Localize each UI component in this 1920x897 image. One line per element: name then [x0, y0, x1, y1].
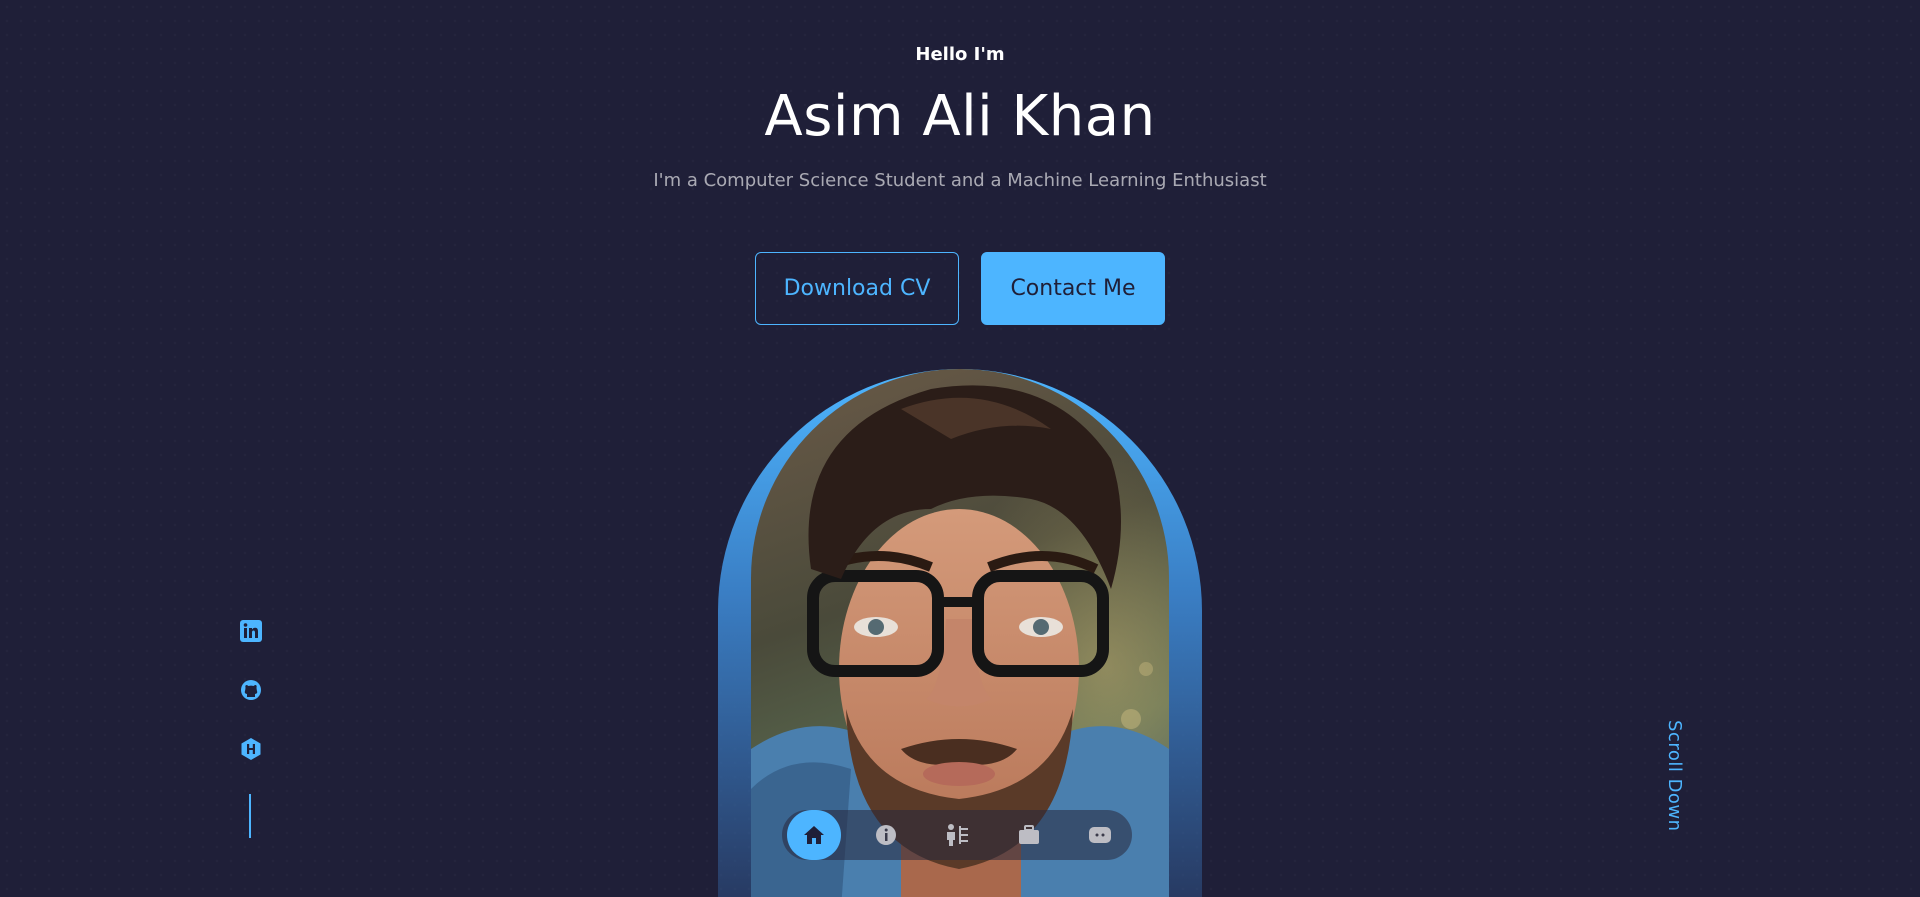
- nav-experience[interactable]: [930, 810, 984, 860]
- hashnode-icon: [241, 738, 261, 760]
- greeting: Hello I'm: [915, 44, 1005, 65]
- download-cv-button[interactable]: Download CV: [755, 252, 959, 325]
- social-links: [238, 618, 264, 795]
- linkedin-icon: [240, 620, 262, 642]
- github-link[interactable]: [238, 677, 264, 703]
- github-icon: [241, 680, 261, 700]
- briefcase-icon: [1018, 825, 1039, 844]
- hashnode-link[interactable]: [238, 736, 264, 762]
- page: Hello I'm Asim Ali Khan I'm a Computer S…: [0, 0, 1920, 897]
- chat-icon: [1089, 827, 1111, 843]
- hero-tagline: I'm a Computer Science Student and a Mac…: [653, 170, 1267, 191]
- contact-me-button[interactable]: Contact Me: [981, 252, 1165, 325]
- home-icon: [804, 826, 824, 844]
- linkedin-link[interactable]: [238, 618, 264, 644]
- bottom-nav: [782, 810, 1132, 860]
- nav-services[interactable]: [1002, 810, 1056, 860]
- nav-home[interactable]: [787, 810, 841, 860]
- info-icon: [875, 825, 896, 845]
- skills-icon: [947, 824, 968, 846]
- nav-about[interactable]: [859, 810, 913, 860]
- nav-contact[interactable]: [1073, 810, 1127, 860]
- social-divider-line: [249, 794, 251, 838]
- hero-name: Asim Ali Khan: [764, 84, 1156, 149]
- scroll-down-link[interactable]: Scroll Down: [1664, 720, 1685, 832]
